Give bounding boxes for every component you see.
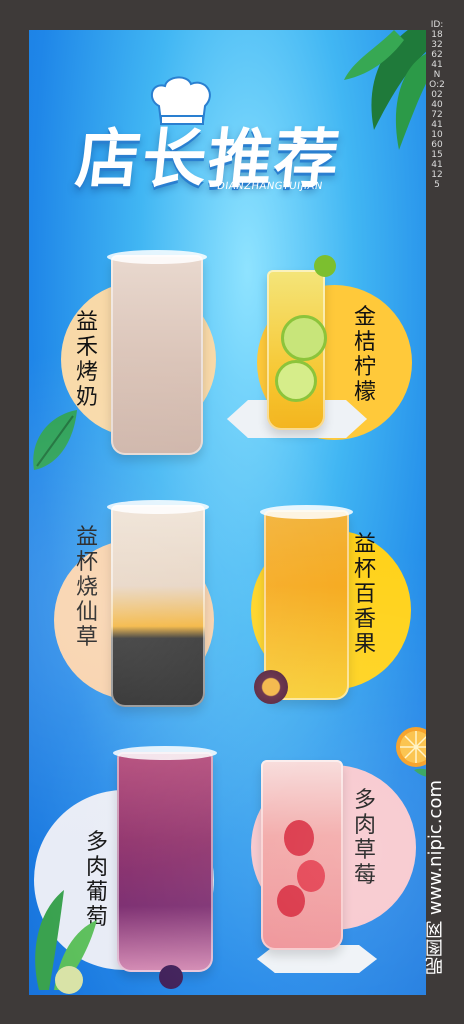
cup-rim: [260, 505, 353, 519]
kumquat-image: [314, 255, 336, 277]
strawberry-image: [277, 885, 305, 917]
poster-subtitle: DIANZHANGTUIJIAN: [216, 181, 324, 192]
cup-rim: [107, 250, 207, 264]
plant-leaf-icon: [35, 890, 97, 994]
grape-image: [159, 965, 183, 989]
grass-jelly-cup-image: [111, 505, 205, 707]
poster: 店长推荐 DIANZHANGTUIJIAN 益禾烤奶 金桔柠檬 益杯烧仙草 益杯…: [29, 30, 426, 995]
drink-name-4: 益杯百香果: [353, 532, 376, 657]
strawberry-image: [297, 860, 325, 892]
cup-rim: [113, 746, 217, 760]
drink-name-1: 益禾烤奶: [75, 310, 98, 410]
drink-name-6: 多肉草莓: [353, 788, 376, 888]
orange-slice-icon: [396, 727, 426, 777]
lime-slice-image: [281, 315, 327, 361]
palm-leaf-icon: [344, 30, 426, 150]
leaf-icon: [33, 410, 77, 470]
watermark-text: 昵图网 www.nipic.com: [425, 780, 446, 975]
strawberry-image: [284, 820, 314, 856]
passion-fruit-image: [254, 670, 288, 704]
milk-tea-cup-image: [111, 255, 203, 455]
lime-slice-image: [275, 360, 317, 402]
cup-rim: [107, 500, 209, 514]
drink-name-3: 益杯烧仙草: [75, 525, 98, 650]
drink-name-2: 金桔柠檬: [353, 305, 376, 405]
grape-cup-image: [117, 752, 213, 972]
image-id-text: ID:18326241 NO:20240724110601541125: [429, 20, 445, 190]
